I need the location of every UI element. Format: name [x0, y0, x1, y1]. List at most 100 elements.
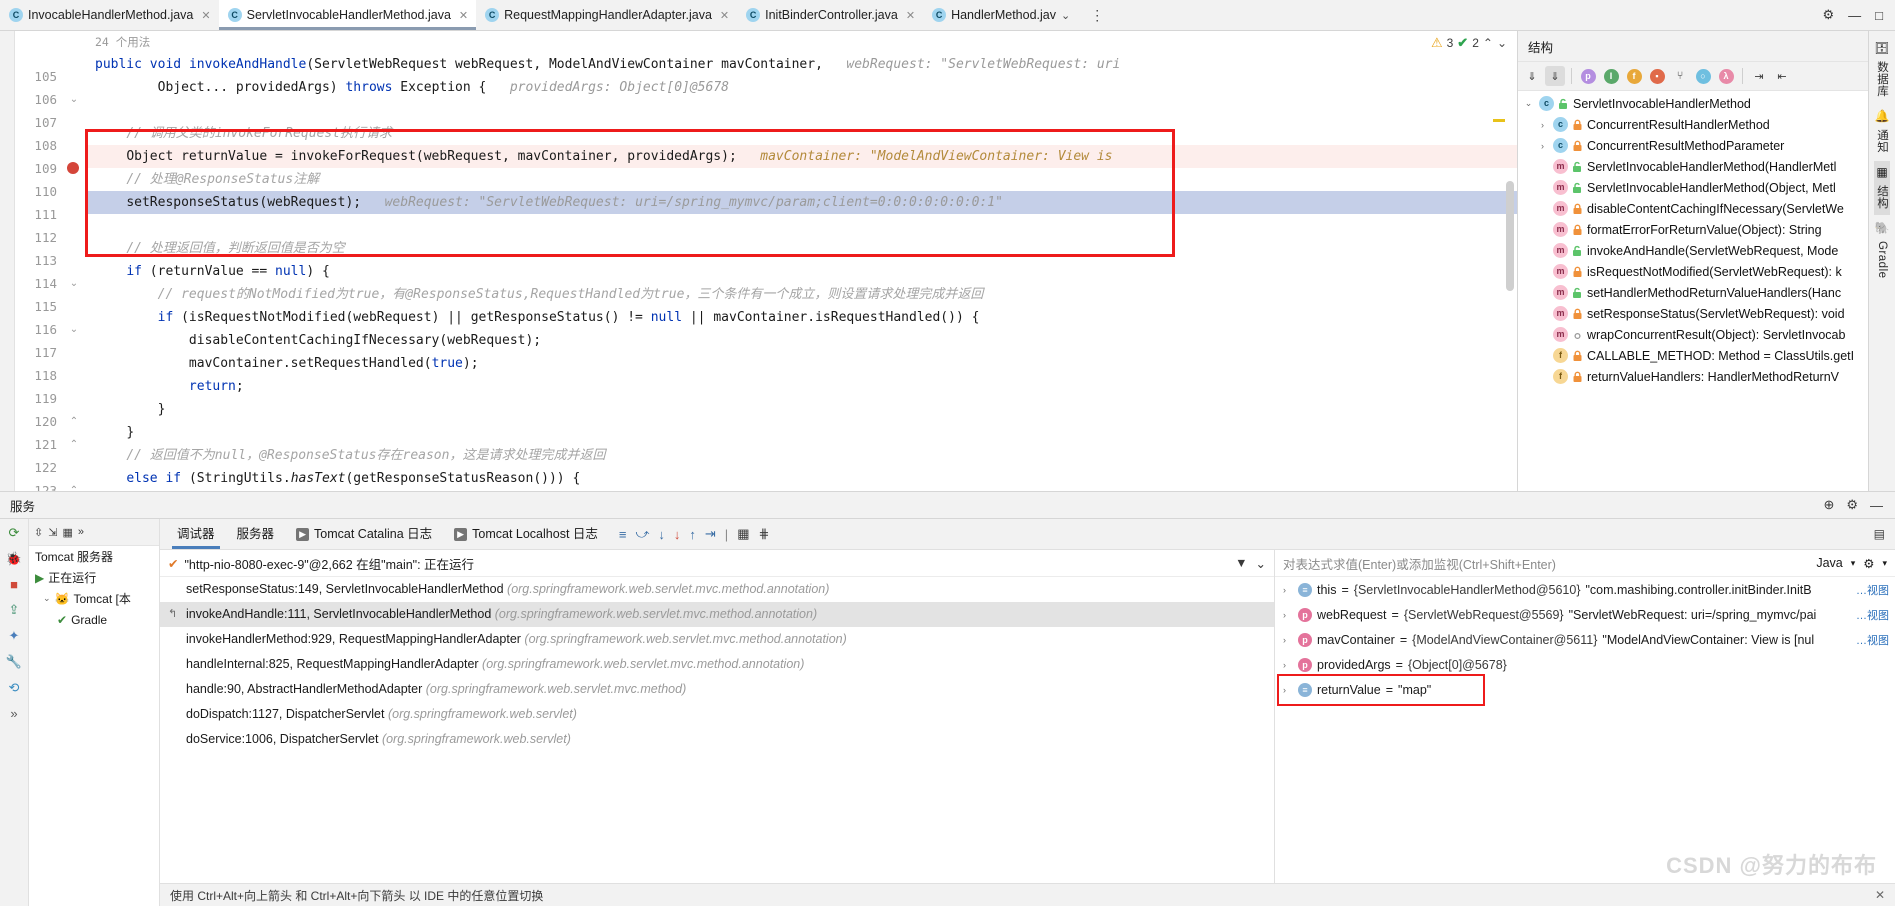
settings-gear-icon[interactable]: ⚙ [1822, 7, 1834, 23]
fold-marker[interactable] [63, 364, 85, 387]
chevron-right-icon[interactable]: › [1283, 660, 1293, 670]
run-to-cursor-icon[interactable]: ⇥ [705, 526, 716, 542]
mute-breakpoints-icon[interactable]: ⋕ [758, 526, 769, 542]
step-out-icon[interactable]: ↑ [689, 527, 696, 542]
services-tree-item-tomcat[interactable]: ⌄ 🐱 Tomcat [本 [29, 588, 159, 609]
step-over-icon[interactable]: ⤻ [635, 526, 649, 542]
chevron-down-icon[interactable]: ▾ [1851, 558, 1856, 569]
settings-gear-icon[interactable]: ⚙ [1863, 556, 1874, 571]
evaluate-expression-input[interactable]: 对表达式求值(Enter)或添加监视(Ctrl+Shift+Enter) Jav… [1275, 550, 1895, 577]
scroll-to-source-icon[interactable]: ⇤ [1772, 66, 1792, 86]
close-icon[interactable]: ✕ [201, 9, 210, 22]
chevron-right-icon[interactable]: › [1536, 141, 1549, 151]
code-content[interactable]: 24 个用法 public void invokeAndHandle(Servl… [85, 31, 1517, 491]
evaluate-expression-icon[interactable]: ▦ [737, 526, 749, 542]
expand-all-icon[interactable]: ⇳ [34, 526, 43, 539]
tab-request-mapping-handler-adapter[interactable]: C RequestMappingHandlerAdapter.java ✕ [476, 0, 738, 30]
thread-selector[interactable]: ✔ "http-nio-8080-exec-9"@2,662 在组"main":… [160, 550, 1274, 577]
editor-vertical-scrollbar[interactable] [1506, 181, 1514, 291]
fold-marker[interactable]: ⌃ [63, 410, 85, 433]
sort-alphabetically-icon[interactable]: ⇓ [1545, 66, 1565, 86]
deploy-icon[interactable]: ⇪ [9, 602, 20, 618]
close-icon[interactable]: ✕ [459, 9, 468, 22]
chevron-right-icon[interactable]: › [1283, 635, 1293, 645]
minimize-icon[interactable]: — [1848, 8, 1861, 23]
tab-handler-method[interactable]: C HandlerMethod.jav ⌄ [923, 0, 1079, 30]
code-folding-column[interactable]: ⌄ ⌄ ⌄ ⌃ ⌃ ⌃ [63, 31, 85, 491]
variable-row[interactable]: › ≡ this = {ServletInvocableHandlerMethod@56… [1275, 577, 1895, 602]
more-icon[interactable]: » [78, 526, 84, 538]
close-icon[interactable]: ✕ [906, 9, 915, 22]
structure-tree-item[interactable]: f CALLABLE_METHOD: Method = ClassUtils.ge… [1518, 345, 1868, 366]
structure-tree-item[interactable]: m isRequestNotModified(ServletWebRequest)… [1518, 261, 1868, 282]
fold-marker[interactable] [63, 111, 85, 134]
chevron-down-icon[interactable]: ⌄ [1522, 98, 1535, 109]
tab-invocable-handler-method[interactable]: C InvocableHandlerMethod.java ✕ [0, 0, 219, 30]
code-editor[interactable]: 105 106 107 108 109 110 111 112 113 114 115 116 117 1… [15, 31, 1517, 491]
variable-row[interactable]: › ≡ returnValue = "map" [1275, 677, 1895, 702]
structure-tree-item[interactable]: m wrapConcurrentResult(Object): ServletIn… [1518, 324, 1868, 345]
tool-rail-button-1[interactable]: 🔔 通知 [1874, 105, 1890, 159]
fold-marker[interactable] [63, 226, 85, 249]
wrench-icon[interactable]: 🔧 [6, 654, 22, 670]
help-icon[interactable]: ⊕ [1823, 497, 1834, 513]
call-stack-frame[interactable]: doService:1006, DispatcherServlet (org.s… [160, 727, 1274, 752]
prev-problem-icon[interactable]: ⌃ [1483, 36, 1493, 50]
structure-tree-item[interactable]: m formatErrorForReturnValue(Object): Stri… [1518, 219, 1868, 240]
view-link[interactable]: …视图 [1856, 582, 1889, 598]
show-fields-icon[interactable]: f [1624, 66, 1644, 86]
expand-rail-icon[interactable]: » [10, 706, 17, 721]
call-stack-frame[interactable]: handle:90, AbstractHandlerMethodAdapter … [160, 677, 1274, 702]
inspection-status[interactable]: ⚠ 3 ✔ 2 ⌃ ⌄ [1431, 35, 1507, 51]
fold-marker[interactable] [63, 65, 85, 88]
structure-tree-item[interactable]: m setHandlerMethodReturnValueHandlers(Han… [1518, 282, 1868, 303]
fold-marker[interactable]: ⌃ [63, 433, 85, 456]
refresh-icon[interactable]: ⟲ [9, 680, 20, 696]
fold-marker[interactable]: ⌃ [63, 479, 85, 491]
fold-marker[interactable]: ⌄ [63, 318, 85, 341]
fold-marker[interactable]: ⌄ [63, 88, 85, 111]
debug-icon[interactable]: 🐞 [6, 551, 22, 567]
maximize-icon[interactable]: □ [1875, 8, 1883, 23]
call-stack-frame[interactable]: doDispatch:1127, DispatcherServlet (org.… [160, 702, 1274, 727]
view-link[interactable]: …视图 [1856, 632, 1889, 648]
show-properties-icon[interactable]: p [1578, 66, 1598, 86]
structure-tree-item[interactable]: m setResponseStatus(ServletWebRequest): v… [1518, 303, 1868, 324]
collapse-all-icon[interactable]: ⇲ [48, 526, 57, 539]
call-stack-frame[interactable]: ↰ invokeAndHandle:111, ServletInvocableHa… [160, 602, 1274, 627]
edit-config-icon[interactable]: ✦ [9, 628, 20, 644]
settings-gear-icon[interactable]: ⚙ [1846, 497, 1858, 513]
tab-servlet-invocable-handler-method[interactable]: C ServletInvocableHandlerMethod.java ✕ [218, 0, 477, 30]
chevron-down-icon[interactable]: ▾ [1882, 558, 1887, 569]
structure-tree-item[interactable]: › c ConcurrentResultMethodParameter [1518, 135, 1868, 156]
fold-marker[interactable] [63, 456, 85, 479]
show-anonymous-icon[interactable]: ○ [1693, 66, 1713, 86]
view-link[interactable]: …视图 [1856, 607, 1889, 623]
frames-pane[interactable]: ✔ "http-nio-8080-exec-9"@2,662 在组"main":… [160, 550, 1275, 883]
call-stack-frame[interactable]: setResponseStatus:149, ServletInvocableH… [160, 577, 1274, 602]
chevron-right-icon[interactable]: › [1283, 585, 1293, 595]
structure-tree-item[interactable]: ⌄ c ServletInvocableHandlerMethod [1518, 93, 1868, 114]
rerun-icon[interactable]: ⟳ [9, 525, 20, 541]
services-tree-root[interactable]: Tomcat 服务器 [29, 546, 159, 567]
more-vertical-icon[interactable]: ⋮ [1084, 8, 1110, 22]
group-by-icon[interactable]: ▦ [62, 526, 72, 539]
variables-pane[interactable]: 对表达式求值(Enter)或添加监视(Ctrl+Shift+Enter) Jav… [1275, 550, 1895, 883]
structure-tree-item[interactable]: › c ConcurrentResultHandlerMethod [1518, 114, 1868, 135]
variable-row[interactable]: › p webRequest = {ServletWebRequest@5569} "Se… [1275, 602, 1895, 627]
show-execution-point-icon[interactable]: ≡ [619, 527, 627, 542]
breakpoint-icon[interactable] [67, 162, 79, 174]
filter-icon[interactable]: ▼ [1235, 556, 1247, 571]
stop-icon[interactable]: ■ [10, 577, 18, 592]
close-icon[interactable]: ✕ [1875, 888, 1895, 902]
show-non-public-icon[interactable]: ▪ [1647, 66, 1667, 86]
call-stack-frame[interactable]: handleInternal:825, RequestMappingHandle… [160, 652, 1274, 677]
services-tree-item-running[interactable]: ▶ 正在运行 [29, 567, 159, 588]
chevron-down-icon[interactable]: ⌄ [1061, 9, 1070, 22]
fold-marker[interactable] [63, 295, 85, 318]
fold-marker[interactable] [63, 387, 85, 410]
tab-server[interactable]: 服务器 [226, 519, 286, 549]
tab-tomcat-catalina-log[interactable]: ▶ Tomcat Catalina 日志 [285, 519, 443, 549]
fold-marker[interactable] [63, 134, 85, 157]
sort-by-visibility-icon[interactable]: ⇓ [1522, 66, 1542, 86]
